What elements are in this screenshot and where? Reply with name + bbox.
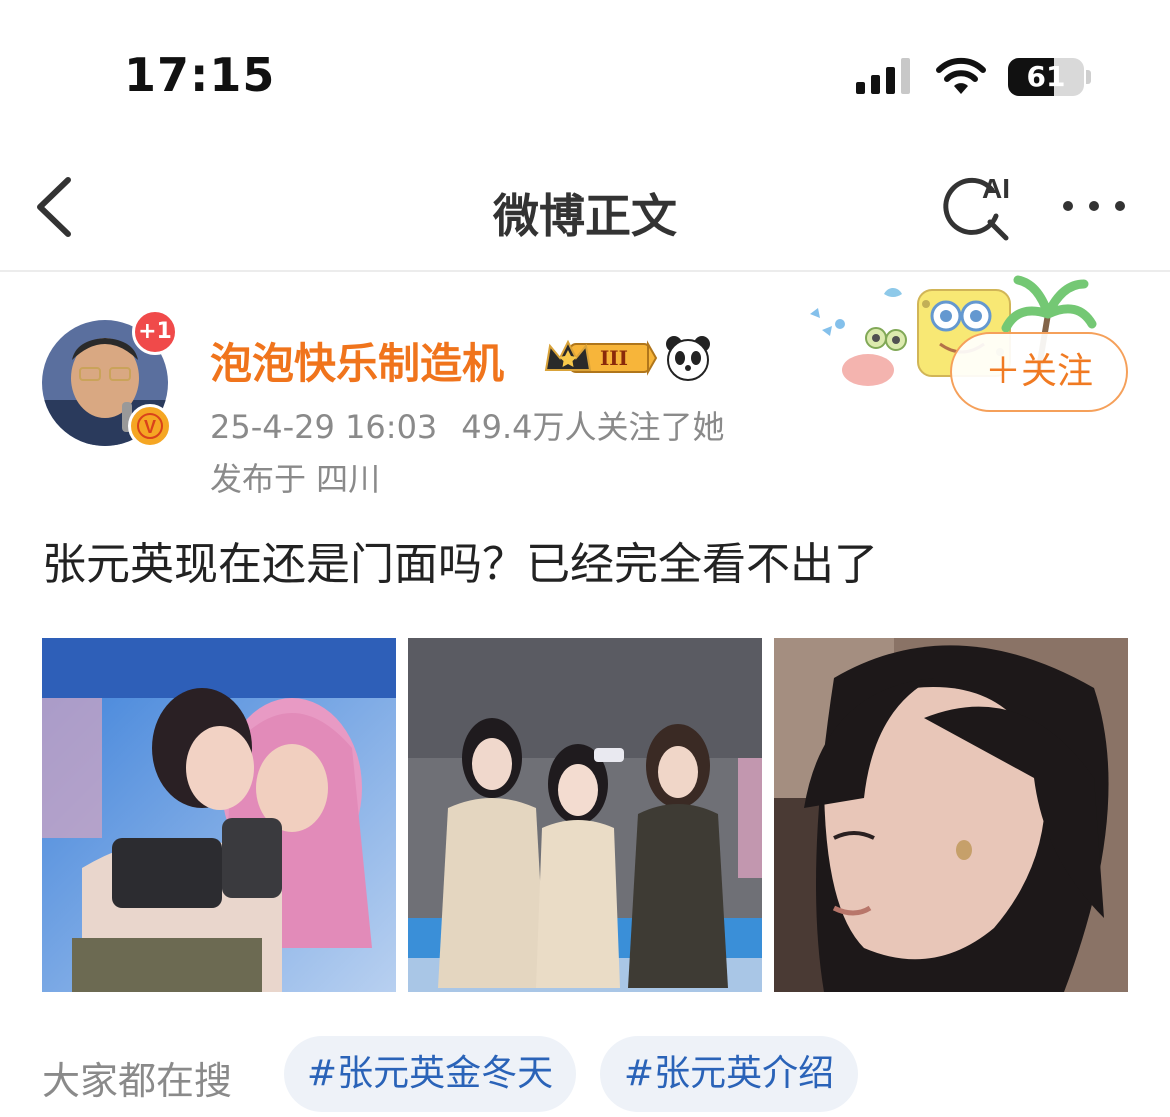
ai-search-button[interactable]: AI xyxy=(940,170,1022,250)
svg-text:V: V xyxy=(144,417,156,437)
post-meta: 25-4-29 16:03 49.4万人关注了她 xyxy=(210,402,749,448)
member-level-icon[interactable]: III xyxy=(542,336,658,380)
status-bar: 17:15 61 xyxy=(0,0,1170,150)
post-text: 张元英现在还是门面吗？已经完全看不出了 xyxy=(42,539,878,590)
post-image-1[interactable] xyxy=(42,638,396,992)
wifi-icon xyxy=(936,57,986,94)
battery-icon: 61 xyxy=(1008,58,1091,96)
battery-level: 61 xyxy=(1026,60,1066,93)
signal-icon xyxy=(856,58,910,94)
trending-label: 大家都在搜 xyxy=(42,1059,233,1103)
nav-bar: 微博正文 AI xyxy=(0,150,1170,272)
hashtag-chip-2[interactable]: #张元英介绍 xyxy=(600,1036,858,1112)
follow-button[interactable]: ＋关注 xyxy=(950,332,1128,412)
more-horizontal-icon xyxy=(1063,201,1125,211)
author-name[interactable]: 泡泡快乐制造机 xyxy=(210,330,504,391)
ai-search-icon: AI xyxy=(943,173,1010,241)
status-time: 17:15 xyxy=(124,48,276,102)
new-post-badge: +1 xyxy=(132,309,178,355)
post-image-2[interactable] xyxy=(408,638,762,992)
post-timestamp: 25-4-29 16:03 xyxy=(210,408,438,446)
hashtag-chip-1[interactable]: #张元英金冬天 xyxy=(284,1036,576,1112)
verified-icon: V xyxy=(128,404,172,448)
post-location: 发布于 四川 xyxy=(210,460,381,498)
svg-text:III: III xyxy=(600,346,628,370)
panda-icon xyxy=(666,336,710,381)
more-button[interactable] xyxy=(1056,186,1132,226)
ai-label: AI xyxy=(982,173,1010,204)
post-image-3[interactable] xyxy=(774,638,1128,992)
follower-count: 49.4万人关注了她 xyxy=(461,408,725,446)
